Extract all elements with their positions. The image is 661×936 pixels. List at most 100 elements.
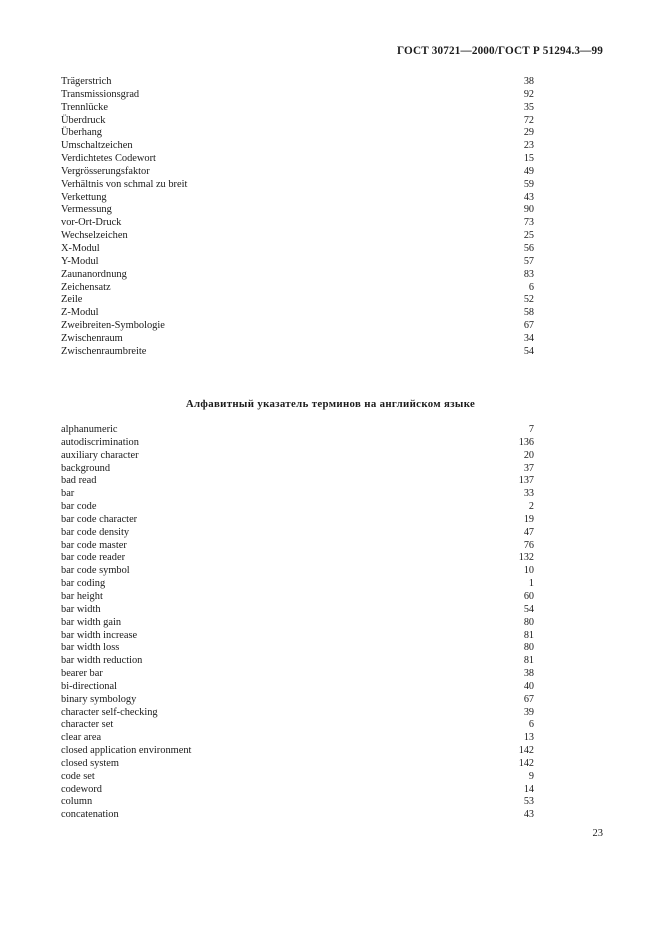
index-entry: Wechselzeichen 25 (61, 230, 534, 243)
index-page-number: 43 (523, 191, 534, 203)
index-term: bar code reader (61, 552, 126, 564)
index-term: binary symbology (61, 693, 137, 705)
index-entry: bar coding 1 (61, 578, 534, 591)
index-page-number: 81 (523, 629, 534, 641)
index-entry: X-Modul 56 (61, 243, 534, 256)
index-term: bearer bar (61, 668, 103, 680)
index-page-number: 39 (523, 706, 534, 718)
index-page-number: 9 (528, 770, 534, 782)
index-page-number: 19 (523, 513, 534, 525)
index-entry: bearer bar 38 (61, 668, 534, 681)
index-page-number: 34 (523, 332, 534, 344)
index-page-number: 53 (523, 796, 534, 808)
index-term: Trägerstrich (61, 76, 112, 87)
index-page-number: 35 (523, 101, 534, 113)
index-term: Zwischenraum (61, 332, 123, 344)
index-page-number: 81 (523, 655, 534, 667)
index-page-number: 57 (523, 255, 534, 267)
index-entry: clear area 13 (61, 732, 534, 745)
index-entry: bar code 2 (61, 501, 534, 514)
index-page-number: 20 (523, 449, 534, 461)
index-page-number: 38 (523, 668, 534, 680)
index-entry: bar height 60 (61, 591, 534, 604)
index-term: Z-Modul (61, 307, 99, 319)
index-entry: Zeichensatz 6 (61, 282, 534, 295)
index-page-number: 72 (523, 114, 534, 126)
index-entry: bar 33 (61, 488, 534, 501)
index-term: background (61, 462, 111, 474)
index-term: character self-checking (61, 706, 158, 718)
index-term: bar width gain (61, 616, 122, 628)
index-entry: Zaunanordnung 83 (61, 269, 534, 282)
index-term: Zwischenraumbreite (61, 345, 147, 357)
index-term: closed application environment (61, 745, 192, 757)
index-entry: bar code symbol 10 (61, 565, 534, 578)
index-entry: bad read 137 (61, 475, 534, 488)
index-entry: Vergrösserungsfaktor 49 (61, 166, 534, 179)
index-page-number: 2 (528, 501, 534, 513)
index-entry: bar code character 19 (61, 514, 534, 527)
index-entry: Zweibreiten-Symbologie 67 (61, 320, 534, 333)
index-entry: binary symbology 67 (61, 694, 534, 707)
index-term: Vergrösserungsfaktor (61, 165, 150, 177)
index-term: Wechselzeichen (61, 230, 128, 242)
index-page-number: 14 (523, 783, 534, 795)
document-page: ГОСТ 30721—2000/ГОСТ Р 51294.3—99 Träger… (0, 0, 661, 936)
index-term: closed system (61, 757, 120, 769)
index-entry: Überdruck 72 (61, 115, 534, 128)
index-entry: bar width loss 80 (61, 642, 534, 655)
index-term: Überhang (61, 127, 102, 139)
running-header: ГОСТ 30721—2000/ГОСТ Р 51294.3—99 (397, 45, 603, 57)
index-page-number: 142 (518, 757, 534, 769)
index-entry: bar width reduction 81 (61, 655, 534, 668)
index-term: bi-directional (61, 680, 117, 692)
index-page-number: 29 (523, 127, 534, 139)
index-page-number: 54 (523, 603, 534, 615)
index-entry: vor-Ort-Druck 73 (61, 217, 534, 230)
index-entry: Zwischenraum 34 (61, 333, 534, 346)
index-page-number: 80 (523, 642, 534, 654)
index-term: bar code (61, 501, 97, 513)
index-entry: character set 6 (61, 719, 534, 732)
index-term: Transmissionsgrad (61, 88, 140, 100)
index-entry: concatenation 43 (61, 809, 534, 822)
index-term: bar height (61, 590, 103, 602)
index-entry: character self-checking 39 (61, 707, 534, 720)
index-term: Verkettung (61, 191, 107, 203)
index-entry: bar width increase 81 (61, 630, 534, 643)
index-entry: bar code density 47 (61, 527, 534, 540)
index-page-number: 90 (523, 204, 534, 216)
index-term: vor-Ort-Druck (61, 217, 122, 229)
index-entry: background 37 (61, 463, 534, 476)
index-entry: bar code master 76 (61, 540, 534, 553)
index-term: character set (61, 719, 114, 731)
index-page-number: 6 (528, 719, 534, 731)
index-term: bar width loss (61, 642, 120, 654)
index-page-number: 59 (523, 178, 534, 190)
index-page-number: 80 (523, 616, 534, 628)
index-page-number: 60 (523, 590, 534, 602)
index-term: bar width reduction (61, 655, 143, 667)
index-entry: Verdichtetes Codewort 15 (61, 153, 534, 166)
index-entry: Verkettung 43 (61, 192, 534, 205)
index-page-number: 25 (523, 230, 534, 242)
index-page-number: 49 (523, 165, 534, 177)
index-page-number: 58 (523, 307, 534, 319)
index-page-number: 6 (528, 281, 534, 293)
index-term: Umschaltzeichen (61, 140, 133, 152)
index-entry: codeword 14 (61, 784, 534, 797)
index-entry: autodiscrimination 136 (61, 437, 534, 450)
index-page-number: 136 (518, 436, 534, 448)
index-entry: code set 9 (61, 771, 534, 784)
index-entry: closed application environment 142 (61, 745, 534, 758)
index-page-number: 137 (518, 475, 534, 487)
page-number: 23 (592, 828, 604, 839)
index-page-number: 1 (528, 578, 534, 590)
index-page-number: 83 (523, 268, 534, 280)
index-term: Überdruck (61, 114, 106, 126)
index-entry: alphanumeric 7 (61, 424, 534, 437)
index-term: Zweibreiten-Symbologie (61, 320, 165, 332)
index-entry: Überhang 29 (61, 127, 534, 140)
index-entry: auxiliary character 20 (61, 450, 534, 463)
index-entry: Verhältnis von schmal zu breit 59 (61, 179, 534, 192)
